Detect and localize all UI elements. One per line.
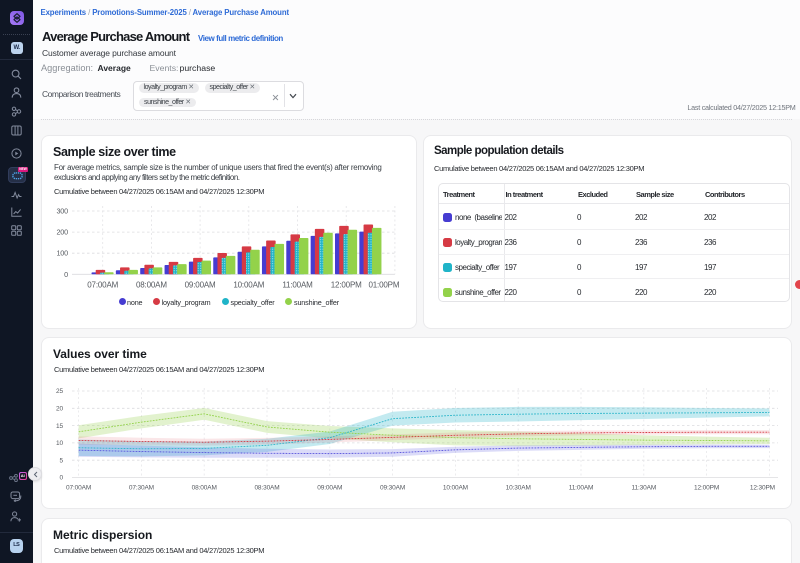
svg-text:20: 20 [56, 406, 63, 413]
svg-text:08:00AM: 08:00AM [192, 485, 217, 492]
svg-text:200: 200 [56, 228, 68, 237]
svg-text:09:00AM: 09:00AM [185, 281, 216, 290]
svg-text:12:00PM: 12:00PM [331, 281, 362, 290]
svg-text:11:00AM: 11:00AM [569, 485, 594, 492]
svg-text:07:00AM: 07:00AM [87, 281, 118, 290]
svg-text:01:00PM: 01:00PM [368, 281, 399, 290]
svg-text:08:30AM: 08:30AM [254, 485, 279, 492]
svg-text:10:00AM: 10:00AM [233, 281, 264, 290]
svg-text:10:30AM: 10:30AM [506, 485, 531, 492]
svg-text:300: 300 [56, 207, 68, 216]
svg-text:5: 5 [60, 457, 64, 464]
svg-text:10: 10 [56, 440, 63, 447]
svg-text:07:00AM: 07:00AM [66, 485, 91, 492]
svg-text:09:30AM: 09:30AM [380, 485, 405, 492]
svg-text:0: 0 [60, 475, 64, 482]
svg-text:07:30AM: 07:30AM [129, 485, 154, 492]
svg-text:11:30AM: 11:30AM [631, 485, 656, 492]
svg-text:100: 100 [56, 249, 68, 258]
svg-text:25: 25 [56, 388, 63, 395]
svg-text:0: 0 [64, 270, 68, 279]
svg-text:08:00AM: 08:00AM [136, 281, 167, 290]
svg-text:12:00PM: 12:00PM [694, 485, 719, 492]
svg-text:10:00AM: 10:00AM [443, 485, 468, 492]
svg-text:15: 15 [56, 423, 63, 430]
svg-text:11:00AM: 11:00AM [282, 281, 313, 290]
svg-text:12:30PM: 12:30PM [750, 485, 775, 492]
svg-text:09:00AM: 09:00AM [317, 485, 342, 492]
